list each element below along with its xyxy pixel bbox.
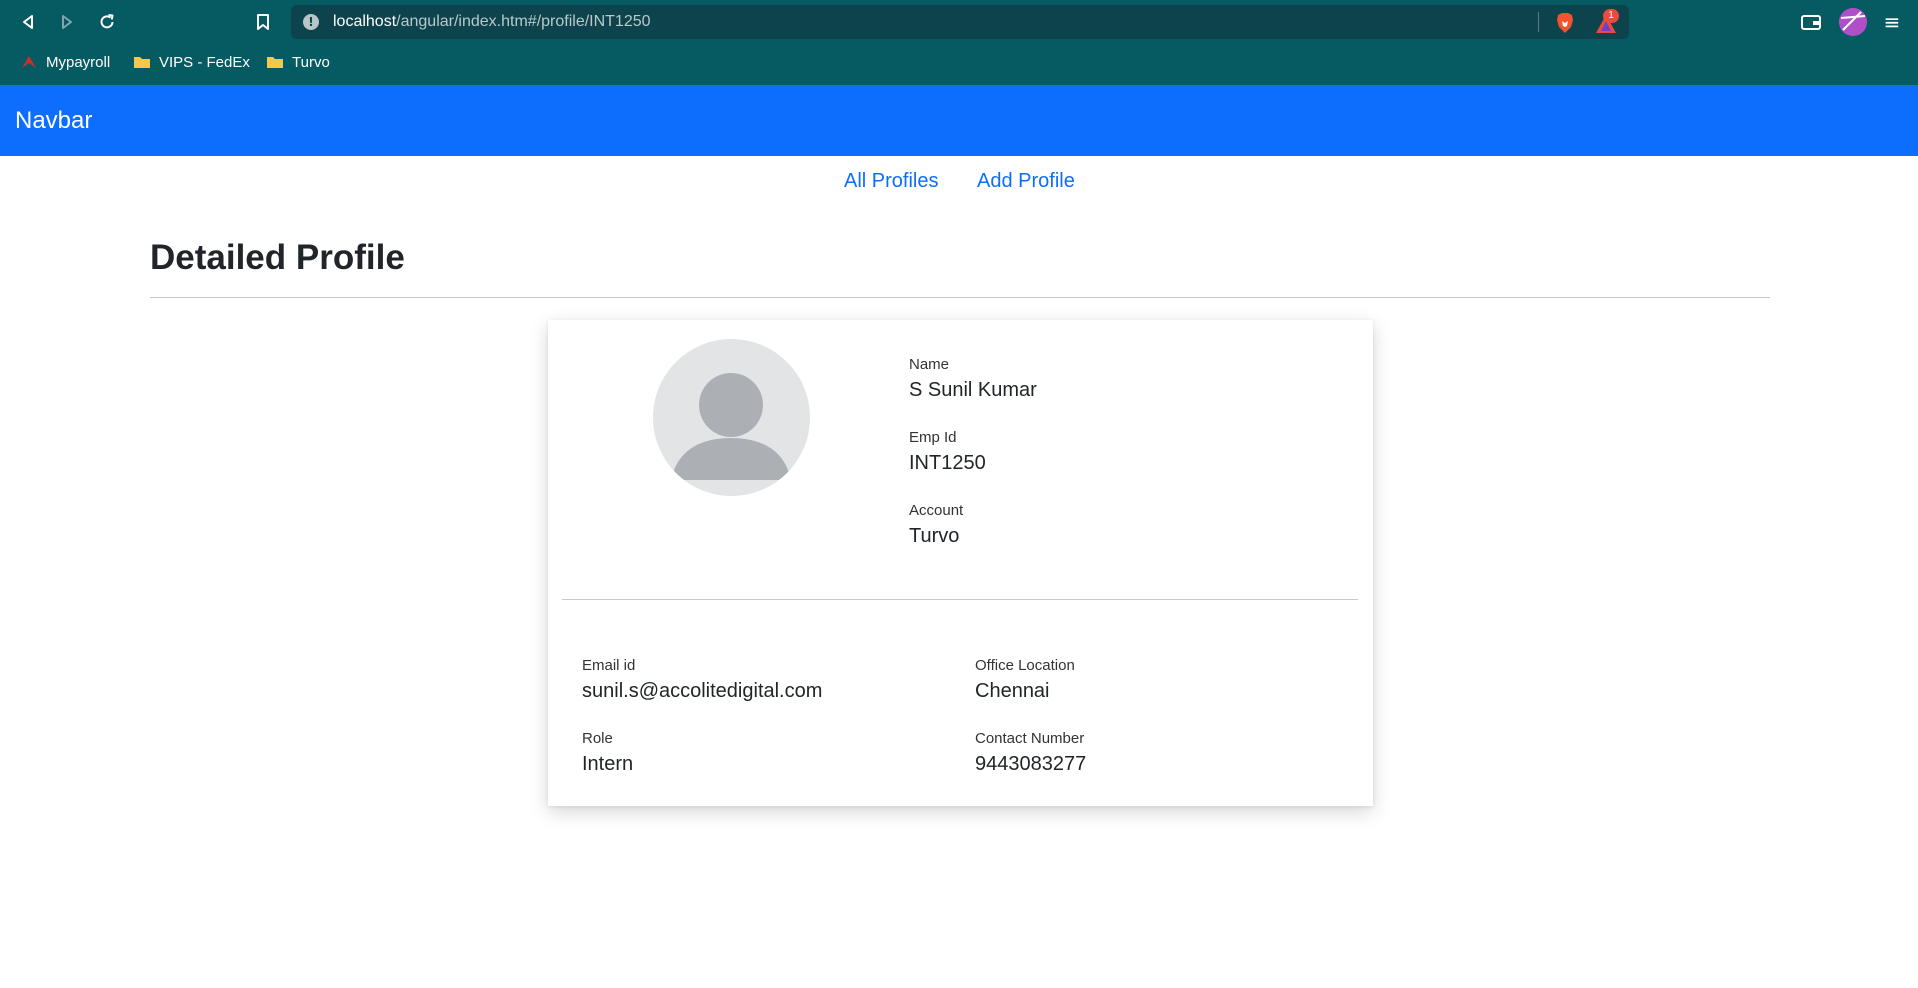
bookmark-turvo[interactable]: Turvo: [266, 48, 330, 76]
profile-avatar-icon: [1839, 8, 1867, 36]
bookmark-icon: [257, 14, 269, 30]
bookmarks-bar: Mypayroll VIPS - FedEx Turvo: [0, 48, 1918, 78]
browser-profile-avatar[interactable]: [1839, 8, 1867, 36]
card-divider: [562, 599, 1358, 600]
email-field: Email id sunil.s@accolitedigital.com: [582, 657, 822, 704]
emp-id-value: INT1250: [909, 452, 986, 474]
forward-button[interactable]: [54, 9, 80, 35]
contact-number-value: 9443083277: [975, 753, 1087, 775]
role-label: Role: [582, 730, 613, 747]
brave-shields-icon[interactable]: [1555, 12, 1575, 34]
wallet-icon[interactable]: [1800, 13, 1822, 31]
add-profile-link[interactable]: Add Profile: [977, 168, 1075, 194]
avatar: [653, 339, 810, 496]
address-bar[interactable]: ! localhost/angular/index.htm#/profile/I…: [291, 5, 1629, 39]
browser-menu-icon[interactable]: ≡: [1882, 9, 1902, 35]
bookmark-page-button[interactable]: [250, 9, 276, 35]
mypayroll-icon: [22, 56, 36, 68]
bookmark-vips-fedex[interactable]: VIPS - FedEx: [133, 48, 250, 76]
name-value: S Sunil Kumar: [909, 379, 1037, 401]
folder-icon: [134, 57, 150, 68]
folder-icon: [267, 57, 283, 68]
url-path: /angular/index.htm#/profile/INT1250: [396, 13, 651, 30]
url-text[interactable]: localhost/angular/index.htm#/profile/INT…: [333, 13, 651, 31]
role-value: Intern: [582, 753, 634, 775]
account-value: Turvo: [909, 525, 960, 547]
account-field: Account Turvo: [909, 502, 963, 549]
title-divider: [150, 297, 1770, 298]
user-placeholder-icon: [653, 339, 810, 496]
emp-id-label: Emp Id: [909, 429, 957, 446]
office-location-value: Chennai: [975, 680, 1050, 702]
account-label: Account: [909, 502, 964, 519]
browser-chrome: ! localhost/angular/index.htm#/profile/I…: [0, 0, 1918, 85]
name-label: Name: [909, 356, 950, 373]
contact-number-label: Contact Number: [975, 730, 1085, 747]
emp-id-field: Emp Id INT1250: [909, 429, 986, 476]
bookmark-label: VIPS - FedEx: [159, 53, 250, 71]
rewards-badge: 1: [1603, 9, 1619, 23]
browser-toolbar: ! localhost/angular/index.htm#/profile/I…: [0, 0, 1918, 44]
contact-number-field: Contact Number 9443083277: [975, 730, 1086, 777]
page-title: Detailed Profile: [150, 238, 405, 277]
profile-card: Name S Sunil Kumar Emp Id INT1250 Accoun…: [548, 320, 1373, 806]
office-location-field: Office Location Chennai: [975, 657, 1075, 704]
bookmark-label: Turvo: [292, 53, 330, 71]
email-value: sunil.s@accolitedigital.com: [582, 680, 823, 702]
email-label: Email id: [582, 657, 636, 674]
url-bar-divider: [1538, 12, 1539, 32]
navbar: Navbar: [0, 85, 1918, 156]
url-host: localhost: [333, 13, 397, 30]
navbar-brand[interactable]: Navbar: [15, 106, 92, 136]
all-profiles-link[interactable]: All Profiles: [844, 168, 938, 194]
site-info-icon[interactable]: !: [303, 14, 319, 30]
forward-arrow-icon: [62, 15, 72, 29]
bookmark-mypayroll[interactable]: Mypayroll: [20, 48, 110, 76]
office-location-label: Office Location: [975, 657, 1075, 674]
back-arrow-icon: [23, 15, 33, 29]
role-field: Role Intern: [582, 730, 633, 777]
bookmark-label: Mypayroll: [46, 53, 111, 71]
back-button[interactable]: [15, 9, 41, 35]
reload-button[interactable]: [94, 9, 120, 35]
name-field: Name S Sunil Kumar: [909, 356, 1037, 403]
reload-icon: [100, 14, 114, 29]
